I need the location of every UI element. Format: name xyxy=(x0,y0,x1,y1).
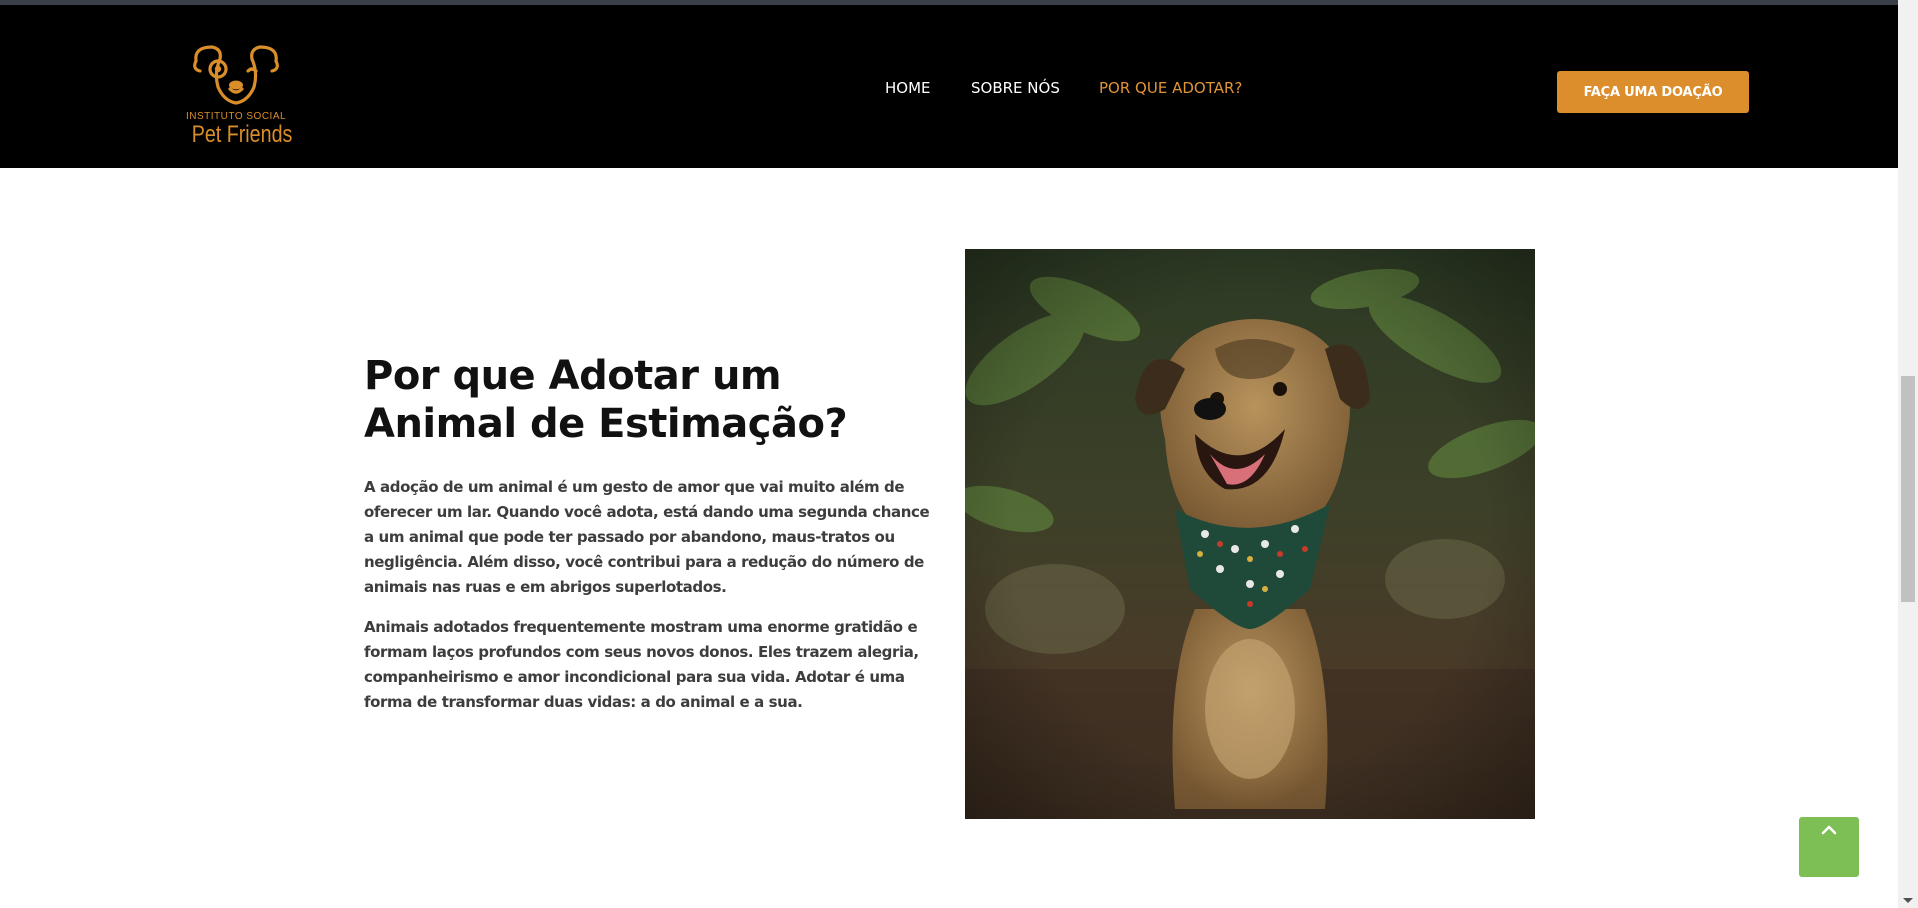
scroll-down-arrow-icon[interactable] xyxy=(1903,898,1913,903)
dog-with-bandana-photo xyxy=(965,249,1535,819)
dog-face-icon xyxy=(193,45,279,105)
back-to-top-button[interactable] xyxy=(1799,817,1859,877)
intro-paragraph: A adoção de um animal é um gesto de amor… xyxy=(364,478,930,596)
site-logo[interactable]: INSTITUTO SOCIAL Pet Friends xyxy=(182,43,292,153)
nav-por-que-adotar[interactable]: POR QUE ADOTAR? xyxy=(1099,79,1242,97)
benefits-paragraph: Animais adotados frequentemente mostram … xyxy=(364,618,919,711)
chevron-up-icon xyxy=(1821,825,1837,835)
donate-button[interactable]: FAÇA UMA DOAÇÃO xyxy=(1557,71,1749,113)
scrollbar-thumb[interactable] xyxy=(1901,376,1915,602)
site-header: INSTITUTO SOCIAL Pet Friends HOME SOBRE … xyxy=(0,5,1898,168)
nav-home[interactable]: HOME xyxy=(885,79,931,97)
page-title: Por que Adotar um Animal de Estimação? xyxy=(364,353,848,447)
nav-sobre-nos[interactable]: SOBRE NÓS xyxy=(971,79,1060,97)
logo-title: Pet Friends xyxy=(191,121,293,148)
page-scrollbar[interactable] xyxy=(1898,0,1918,908)
